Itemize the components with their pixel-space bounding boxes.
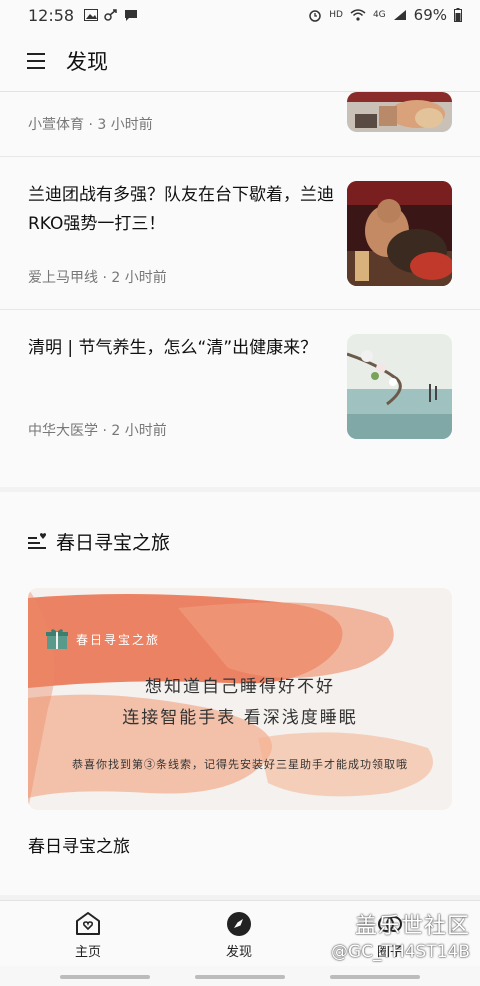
tab-discover-label: 发现 [225, 945, 252, 960]
tab-home-label: 主页 [74, 945, 101, 960]
banner-caption[interactable]: 春日寻宝之旅 [28, 832, 130, 857]
banner-line-1: 想知道自己睡得好不好 [145, 677, 335, 697]
news-meta: 小萱体育 · 3 小时前 [28, 117, 153, 133]
news-title: 兰迪团战有多强？队友在台下歇着，兰迪RKO强势一打三！ [28, 185, 334, 234]
system-nav-bar [0, 966, 480, 986]
watermark-line-1: 盖乐世社区 [354, 914, 470, 939]
news-item-health[interactable]: 清明 | 节气养生，怎么“清”出健康来？ 中华大医学 · 2 小时前 [0, 310, 480, 463]
signal-icon [393, 10, 406, 20]
news-item-wrestling[interactable]: 兰迪团战有多强？队友在台下歇着，兰迪RKO强势一打三！ 爱上马甲线 · 2 小时… [0, 157, 480, 310]
battery-percent: 69% [413, 6, 447, 24]
nav-home-handle[interactable] [195, 975, 285, 979]
nav-recents-handle[interactable] [60, 975, 150, 979]
tab-discover[interactable]: 发现 [199, 911, 279, 960]
home-heart-icon [76, 912, 100, 935]
message-icon [125, 10, 138, 21]
banner-line-2: 连接智能手表 看深浅度睡眠 [122, 708, 358, 728]
heart-list-icon [28, 532, 47, 549]
news-thumbnail-qingming [347, 334, 452, 439]
link-icon [104, 9, 117, 21]
banner-logo-text: 春日寻宝之旅 [76, 632, 161, 647]
alarm-icon [309, 10, 321, 22]
hamburger-icon[interactable] [27, 52, 49, 70]
treasure-hunt-section: 春日寻宝之旅 春日寻宝之旅 想知道自己睡得好不好 连接智能手表 看深浅度睡眠 恭… [0, 492, 480, 895]
compass-icon [227, 912, 251, 936]
section-header: 春日寻宝之旅 [28, 528, 170, 555]
news-meta: 中华大医学 · 2 小时前 [28, 423, 167, 439]
nav-back-handle[interactable] [330, 975, 420, 979]
section-title: 春日寻宝之旅 [56, 532, 171, 554]
banner-line-3: 恭喜你找到第③条线索，记得先安装好三星助手才能成功领取哦 [72, 758, 408, 771]
app-bar: 发现 [0, 30, 480, 92]
image-icon [84, 9, 99, 21]
gift-icon [46, 629, 68, 649]
treasure-hunt-banner[interactable]: 春日寻宝之旅 想知道自己睡得好不好 连接智能手表 看深浅度睡眠 恭喜你找到第③条… [28, 588, 452, 810]
banner-logo: 春日寻宝之旅 [46, 628, 160, 650]
status-bar: 12:58 HD 4G 69% [0, 0, 480, 30]
news-item-sports[interactable]: 小萱体育 · 3 小时前 [0, 92, 480, 157]
wifi-icon [350, 9, 366, 21]
page-title: 发现 [66, 49, 108, 74]
news-meta: 爱上马甲线 · 2 小时前 [28, 270, 167, 286]
tab-home[interactable]: 主页 [48, 911, 128, 960]
signal-label: 4G [372, 10, 386, 20]
watermark: 盖乐世社区 @GC_TH4ST14B [331, 908, 470, 962]
status-time: 12:58 [28, 5, 75, 25]
news-thumbnail-rko [347, 181, 452, 286]
news-thumbnail-wrestling [347, 92, 452, 132]
watermark-line-2: @GC_TH4ST14B [331, 942, 470, 962]
battery-icon [454, 8, 462, 22]
status-notification-icons [84, 9, 138, 21]
news-title: 清明 | 节气养生，怎么“清”出健康来？ [28, 338, 318, 358]
news-feed: 小萱体育 · 3 小时前 兰迪团战有多强？队友在台下歇着，兰迪RKO强势一打三！… [0, 92, 480, 487]
network-label: HD [329, 10, 343, 20]
